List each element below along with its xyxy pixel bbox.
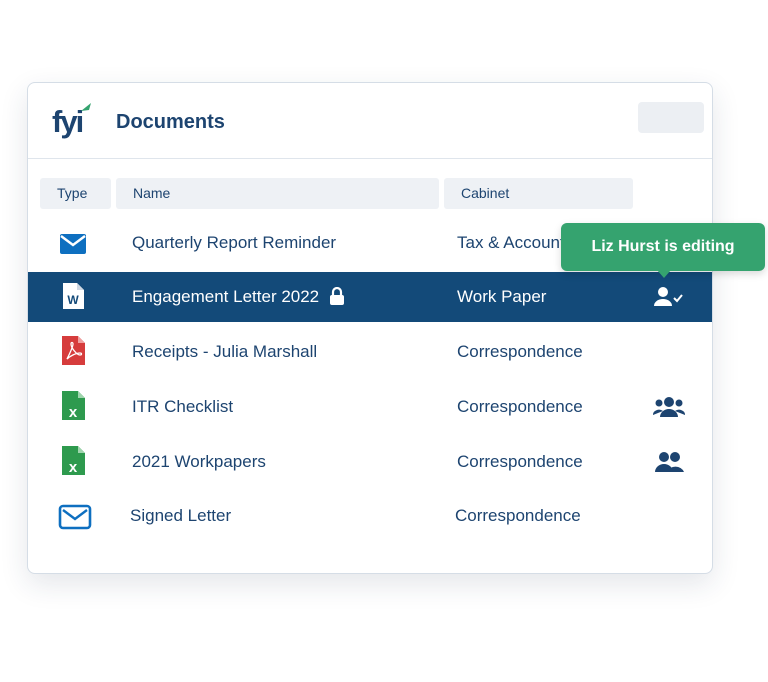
document-name: 2021 Workpapers — [132, 452, 266, 471]
document-name: Signed Letter — [130, 506, 232, 525]
svg-text:x: x — [69, 459, 78, 475]
word-doc-icon: W — [63, 283, 84, 309]
group-two-icon — [655, 452, 684, 472]
user-editing-icon — [654, 287, 683, 306]
pdf-icon — [62, 336, 85, 365]
cabinet-name: Correspondence — [457, 342, 583, 361]
table-row[interactable]: Receipts - Julia Marshall Correspondence — [28, 327, 712, 377]
svg-text:x: x — [69, 404, 78, 420]
table-row[interactable]: x 2021 Workpapers Correspondence — [28, 437, 712, 487]
email-icon — [60, 234, 86, 254]
document-name: Engagement Letter 2022 — [132, 272, 345, 322]
document-name: Quarterly Report Reminder — [132, 233, 337, 252]
page-title: Documents — [116, 111, 225, 133]
editing-tooltip: Liz Hurst is editing — [561, 223, 765, 271]
email-outline-icon — [58, 504, 92, 530]
excel-icon: x — [62, 391, 85, 420]
document-name: ITR Checklist — [132, 397, 234, 416]
table-row[interactable]: x ITR Checklist Correspondence — [28, 382, 712, 432]
cabinet-name: Correspondence — [457, 452, 583, 471]
column-header-name[interactable]: Name — [116, 178, 439, 209]
logo-text: fyi — [52, 104, 84, 139]
documents-panel: fyi Documents Type Name Cabinet Quarterl… — [27, 82, 765, 574]
column-header-type[interactable]: Type — [40, 178, 111, 209]
cabinet-name: Correspondence — [455, 506, 581, 525]
table-row[interactable]: Signed Letter Correspondence — [28, 491, 712, 541]
excel-icon: x — [62, 446, 85, 475]
panel-header: fyi Documents — [28, 83, 712, 159]
lock-icon — [330, 286, 345, 305]
cabinet-name: Work Paper — [457, 287, 547, 306]
cabinet-name: Correspondence — [457, 397, 583, 416]
logo-leaf-icon — [81, 103, 91, 111]
column-header-cabinet[interactable]: Cabinet — [444, 178, 633, 209]
header-action-button[interactable] — [638, 102, 704, 133]
svg-text:W: W — [67, 293, 79, 307]
table-row-selected[interactable]: W Engagement Letter 2022 Work Paper — [28, 272, 712, 322]
fyi-logo: fyi — [52, 103, 94, 143]
group-three-icon — [653, 397, 685, 417]
document-name: Receipts - Julia Marshall — [132, 342, 318, 361]
document-name-text: Engagement Letter 2022 — [132, 287, 320, 306]
tooltip-arrow — [657, 270, 671, 278]
